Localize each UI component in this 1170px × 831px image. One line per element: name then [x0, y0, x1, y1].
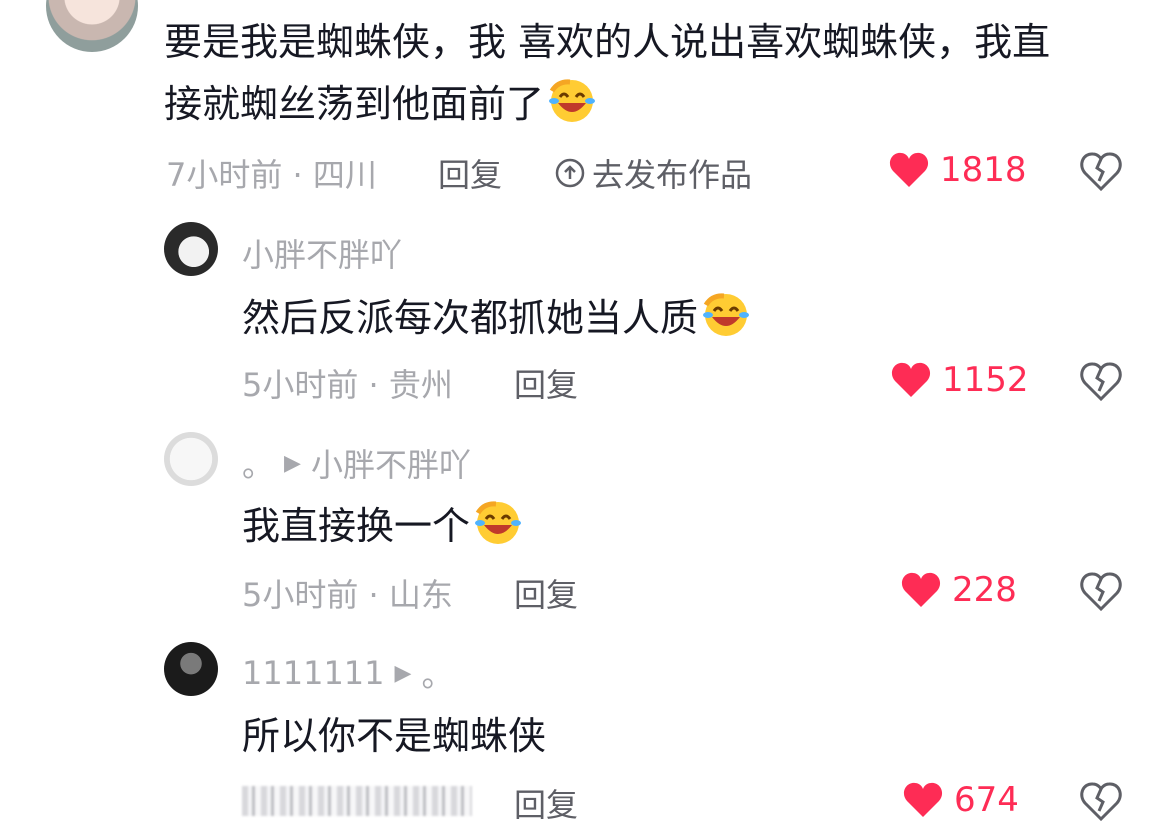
username-row: 。 ▶ 小胖不胖吖 [242, 440, 471, 486]
play-arrow-icon: ▶ [284, 450, 301, 476]
broken-heart-icon[interactable] [1078, 148, 1124, 194]
comment-text-line: 然后反派每次都抓她当人质 [242, 296, 699, 340]
like-count: 228 [952, 570, 1017, 610]
avatar[interactable] [164, 642, 218, 696]
broken-heart-icon[interactable] [1078, 358, 1124, 404]
username-row: 1111111 ▶ 。 [242, 650, 453, 696]
avatar[interactable] [46, 0, 138, 52]
like-count: 1818 [940, 150, 1027, 190]
heart-icon [901, 572, 941, 607]
username[interactable]: 小胖不胖吖 [242, 230, 402, 276]
avatar[interactable] [164, 222, 218, 276]
reply-button[interactable]: 回复 [514, 360, 578, 406]
broken-heart-icon[interactable] [1078, 778, 1124, 824]
like-button[interactable]: 1152 [890, 360, 1029, 400]
upload-circle-icon [555, 158, 585, 188]
like-button[interactable]: 1818 [888, 150, 1027, 190]
reply-to-username[interactable]: 小胖不胖吖 [311, 440, 471, 486]
comment-text-line: 接就蜘丝荡到他面前了 [164, 82, 545, 126]
comment-meta-obscured [242, 786, 472, 816]
reply-button[interactable]: 回复 [438, 150, 502, 196]
comment-meta: 7小时前 · 四川 [166, 156, 377, 194]
comment-meta: 5小时前 · 贵州 [242, 366, 453, 404]
username[interactable]: 1111111 [242, 654, 385, 692]
publish-button[interactable]: 去发布作品 [554, 150, 752, 196]
laughing-crying-emoji [475, 501, 522, 544]
reply-button[interactable]: 回复 [514, 780, 578, 826]
comment-meta: 5小时前 · 山东 [242, 576, 453, 614]
reply-to-username[interactable]: 。 [421, 650, 453, 696]
reply-button[interactable]: 回复 [514, 570, 578, 616]
like-button[interactable]: 228 [900, 570, 1017, 610]
comment-text: 我直接换一个 [242, 498, 522, 554]
like-count: 1152 [942, 360, 1029, 400]
comment-text-line: 我直接换一个 [242, 504, 471, 548]
heart-icon [889, 152, 929, 187]
laughing-crying-emoji [549, 79, 596, 122]
comment-text: 所以你不是蜘蛛侠 [242, 714, 547, 758]
broken-heart-icon[interactable] [1078, 568, 1124, 614]
comment-text: 要是我是蜘蛛侠，我 喜欢的人说出喜欢蜘蛛侠，我直 [164, 20, 1051, 64]
like-button[interactable]: 674 [902, 780, 1019, 820]
username[interactable]: 。 [242, 440, 274, 486]
avatar[interactable] [164, 432, 218, 486]
publish-label: 去发布作品 [592, 156, 753, 194]
comment-text: 接就蜘丝荡到他面前了 [164, 76, 596, 132]
play-arrow-icon: ▶ [394, 660, 412, 686]
like-count: 674 [954, 780, 1019, 820]
laughing-crying-emoji [703, 293, 750, 336]
comment-text: 然后反派每次都抓她当人质 [242, 290, 750, 346]
heart-icon [903, 782, 943, 817]
heart-icon [891, 362, 931, 397]
